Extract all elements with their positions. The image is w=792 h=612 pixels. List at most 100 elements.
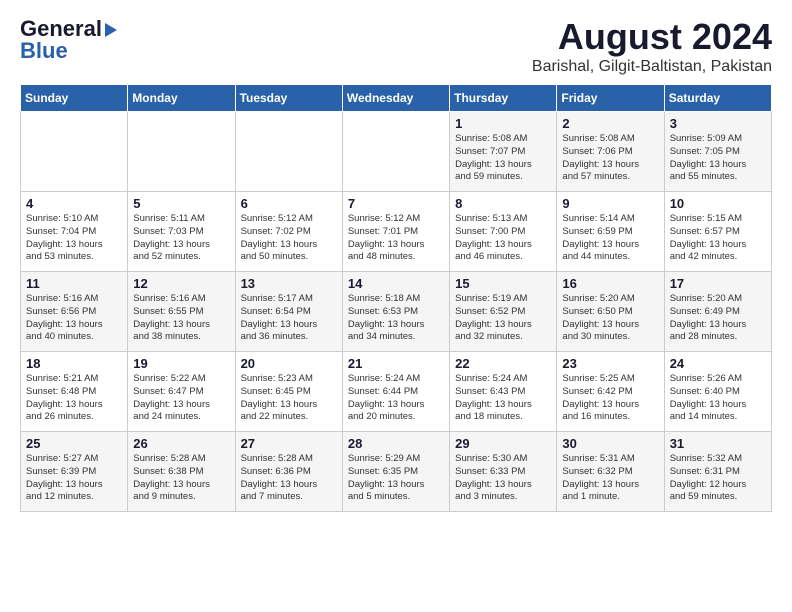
cell-info: Sunrise: 5:12 AM Sunset: 7:01 PM Dayligh… bbox=[348, 213, 444, 264]
logo: General Blue bbox=[20, 16, 117, 64]
calendar-cell: 1 Sunrise: 5:08 AM Sunset: 7:07 PM Daylig… bbox=[450, 112, 557, 192]
cell-info: Sunrise: 5:08 AM Sunset: 7:06 PM Dayligh… bbox=[562, 133, 658, 184]
calendar-cell: 30Sunrise: 5:31 AM Sunset: 6:32 PM Dayli… bbox=[557, 432, 664, 512]
calendar-cell: 10 Sunrise: 5:15 AM Sunset: 6:57 PM Dayli… bbox=[664, 192, 771, 272]
calendar-cell: 11Sunrise: 5:16 AM Sunset: 6:56 PM Dayli… bbox=[21, 272, 128, 352]
day-number: 11 bbox=[26, 276, 122, 291]
calendar-cell: 4 Sunrise: 5:10 AM Sunset: 7:04 PM Daylig… bbox=[21, 192, 128, 272]
calendar-cell: 19 Sunrise: 5:22 AM Sunset: 6:47 PM Dayli… bbox=[128, 352, 235, 432]
logo-blue: Blue bbox=[20, 38, 68, 64]
day-number: 27 bbox=[241, 436, 337, 451]
cell-info: Sunrise: 5:28 AM Sunset: 6:36 PM Dayligh… bbox=[241, 453, 337, 504]
day-number: 23 bbox=[562, 356, 658, 371]
cell-info: Sunrise: 5:31 AM Sunset: 6:32 PM Dayligh… bbox=[562, 453, 658, 504]
day-number: 31 bbox=[670, 436, 766, 451]
cell-info: Sunrise: 5:12 AM Sunset: 7:02 PM Dayligh… bbox=[241, 213, 337, 264]
calendar-cell: 5 Sunrise: 5:11 AM Sunset: 7:03 PM Daylig… bbox=[128, 192, 235, 272]
day-number: 13 bbox=[241, 276, 337, 291]
calendar-cell: 9 Sunrise: 5:14 AM Sunset: 6:59 PM Daylig… bbox=[557, 192, 664, 272]
calendar-cell: 8 Sunrise: 5:13 AM Sunset: 7:00 PM Daylig… bbox=[450, 192, 557, 272]
calendar-cell bbox=[342, 112, 449, 192]
day-number: 14 bbox=[348, 276, 444, 291]
cell-info: Sunrise: 5:30 AM Sunset: 6:33 PM Dayligh… bbox=[455, 453, 551, 504]
day-number: 12 bbox=[133, 276, 229, 291]
cell-info: Sunrise: 5:24 AM Sunset: 6:44 PM Dayligh… bbox=[348, 373, 444, 424]
cell-info: Sunrise: 5:18 AM Sunset: 6:53 PM Dayligh… bbox=[348, 293, 444, 344]
day-number: 29 bbox=[455, 436, 551, 451]
title-area: August 2024 Barishal, Gilgit-Baltistan, … bbox=[532, 16, 772, 76]
calendar-cell: 18 Sunrise: 5:21 AM Sunset: 6:48 PM Dayli… bbox=[21, 352, 128, 432]
cell-info: Sunrise: 5:15 AM Sunset: 6:57 PM Dayligh… bbox=[670, 213, 766, 264]
month-year-title: August 2024 bbox=[532, 16, 772, 58]
calendar-cell: 25 Sunrise: 5:27 AM Sunset: 6:39 PM Dayli… bbox=[21, 432, 128, 512]
calendar-week-row: 25 Sunrise: 5:27 AM Sunset: 6:39 PM Dayli… bbox=[21, 432, 772, 512]
day-number: 9 bbox=[562, 196, 658, 211]
day-number: 17 bbox=[670, 276, 766, 291]
day-number: 5 bbox=[133, 196, 229, 211]
day-number: 15 bbox=[455, 276, 551, 291]
calendar-cell: 20 Sunrise: 5:23 AM Sunset: 6:45 PM Dayli… bbox=[235, 352, 342, 432]
day-number: 10 bbox=[670, 196, 766, 211]
calendar-header-row: SundayMondayTuesdayWednesdayThursdayFrid… bbox=[21, 85, 772, 112]
calendar-cell: 24 Sunrise: 5:26 AM Sunset: 6:40 PM Dayli… bbox=[664, 352, 771, 432]
calendar-cell bbox=[235, 112, 342, 192]
cell-info: Sunrise: 5:14 AM Sunset: 6:59 PM Dayligh… bbox=[562, 213, 658, 264]
calendar-cell: 27 Sunrise: 5:28 AM Sunset: 6:36 PM Dayli… bbox=[235, 432, 342, 512]
col-header-thursday: Thursday bbox=[450, 85, 557, 112]
calendar-table: SundayMondayTuesdayWednesdayThursdayFrid… bbox=[20, 84, 772, 512]
day-number: 8 bbox=[455, 196, 551, 211]
calendar-cell bbox=[21, 112, 128, 192]
cell-info: Sunrise: 5:19 AM Sunset: 6:52 PM Dayligh… bbox=[455, 293, 551, 344]
calendar-cell: 3Sunrise: 5:09 AM Sunset: 7:05 PM Daylig… bbox=[664, 112, 771, 192]
day-number: 26 bbox=[133, 436, 229, 451]
calendar-cell: 16Sunrise: 5:20 AM Sunset: 6:50 PM Dayli… bbox=[557, 272, 664, 352]
day-number: 1 bbox=[455, 116, 551, 131]
calendar-cell: 2 Sunrise: 5:08 AM Sunset: 7:06 PM Daylig… bbox=[557, 112, 664, 192]
cell-info: Sunrise: 5:11 AM Sunset: 7:03 PM Dayligh… bbox=[133, 213, 229, 264]
cell-info: Sunrise: 5:20 AM Sunset: 6:49 PM Dayligh… bbox=[670, 293, 766, 344]
cell-info: Sunrise: 5:17 AM Sunset: 6:54 PM Dayligh… bbox=[241, 293, 337, 344]
day-number: 18 bbox=[26, 356, 122, 371]
col-header-sunday: Sunday bbox=[21, 85, 128, 112]
cell-info: Sunrise: 5:28 AM Sunset: 6:38 PM Dayligh… bbox=[133, 453, 229, 504]
day-number: 19 bbox=[133, 356, 229, 371]
col-header-friday: Friday bbox=[557, 85, 664, 112]
day-number: 4 bbox=[26, 196, 122, 211]
calendar-cell: 15 Sunrise: 5:19 AM Sunset: 6:52 PM Dayli… bbox=[450, 272, 557, 352]
calendar-cell: 29 Sunrise: 5:30 AM Sunset: 6:33 PM Dayli… bbox=[450, 432, 557, 512]
calendar-cell: 13 Sunrise: 5:17 AM Sunset: 6:54 PM Dayli… bbox=[235, 272, 342, 352]
cell-info: Sunrise: 5:26 AM Sunset: 6:40 PM Dayligh… bbox=[670, 373, 766, 424]
cell-info: Sunrise: 5:23 AM Sunset: 6:45 PM Dayligh… bbox=[241, 373, 337, 424]
col-header-wednesday: Wednesday bbox=[342, 85, 449, 112]
day-number: 25 bbox=[26, 436, 122, 451]
cell-info: Sunrise: 5:10 AM Sunset: 7:04 PM Dayligh… bbox=[26, 213, 122, 264]
calendar-cell: 28Sunrise: 5:29 AM Sunset: 6:35 PM Dayli… bbox=[342, 432, 449, 512]
calendar-week-row: 4 Sunrise: 5:10 AM Sunset: 7:04 PM Daylig… bbox=[21, 192, 772, 272]
day-number: 6 bbox=[241, 196, 337, 211]
cell-info: Sunrise: 5:27 AM Sunset: 6:39 PM Dayligh… bbox=[26, 453, 122, 504]
calendar-week-row: 1 Sunrise: 5:08 AM Sunset: 7:07 PM Daylig… bbox=[21, 112, 772, 192]
logo-arrow-icon bbox=[105, 23, 117, 37]
cell-info: Sunrise: 5:29 AM Sunset: 6:35 PM Dayligh… bbox=[348, 453, 444, 504]
cell-info: Sunrise: 5:20 AM Sunset: 6:50 PM Dayligh… bbox=[562, 293, 658, 344]
calendar-cell: 6 Sunrise: 5:12 AM Sunset: 7:02 PM Daylig… bbox=[235, 192, 342, 272]
calendar-cell: 26 Sunrise: 5:28 AM Sunset: 6:38 PM Dayli… bbox=[128, 432, 235, 512]
calendar-cell: 7 Sunrise: 5:12 AM Sunset: 7:01 PM Daylig… bbox=[342, 192, 449, 272]
day-number: 2 bbox=[562, 116, 658, 131]
day-number: 3 bbox=[670, 116, 766, 131]
cell-info: Sunrise: 5:13 AM Sunset: 7:00 PM Dayligh… bbox=[455, 213, 551, 264]
calendar-cell: 23 Sunrise: 5:25 AM Sunset: 6:42 PM Dayli… bbox=[557, 352, 664, 432]
day-number: 22 bbox=[455, 356, 551, 371]
cell-info: Sunrise: 5:25 AM Sunset: 6:42 PM Dayligh… bbox=[562, 373, 658, 424]
cell-info: Sunrise: 5:08 AM Sunset: 7:07 PM Dayligh… bbox=[455, 133, 551, 184]
day-number: 20 bbox=[241, 356, 337, 371]
cell-info: Sunrise: 5:22 AM Sunset: 6:47 PM Dayligh… bbox=[133, 373, 229, 424]
day-number: 24 bbox=[670, 356, 766, 371]
cell-info: Sunrise: 5:16 AM Sunset: 6:55 PM Dayligh… bbox=[133, 293, 229, 344]
day-number: 7 bbox=[348, 196, 444, 211]
calendar-cell: 14 Sunrise: 5:18 AM Sunset: 6:53 PM Dayli… bbox=[342, 272, 449, 352]
calendar-cell: 12 Sunrise: 5:16 AM Sunset: 6:55 PM Dayli… bbox=[128, 272, 235, 352]
calendar-cell: 22Sunrise: 5:24 AM Sunset: 6:43 PM Dayli… bbox=[450, 352, 557, 432]
col-header-tuesday: Tuesday bbox=[235, 85, 342, 112]
cell-info: Sunrise: 5:21 AM Sunset: 6:48 PM Dayligh… bbox=[26, 373, 122, 424]
